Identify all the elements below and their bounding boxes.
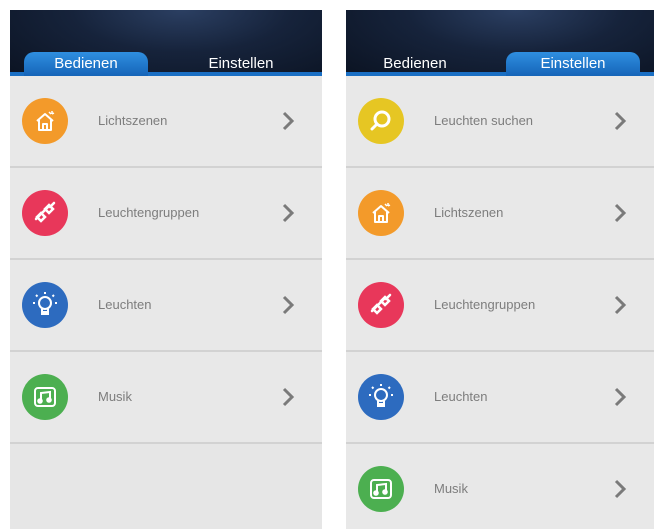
search-icon <box>358 98 404 144</box>
chevron-right-icon <box>608 385 632 409</box>
link-icon <box>358 282 404 328</box>
tab-bar: Bedienen Einstellen <box>10 10 322 76</box>
chevron-right-icon <box>608 293 632 317</box>
list-item-label: Leuchten <box>98 297 152 312</box>
list-item-label: Leuchtengruppen <box>434 297 536 312</box>
list-item-label: Lichtszenen <box>98 113 168 128</box>
chevron-right-icon <box>608 201 632 225</box>
list-item-lichtszenen[interactable]: Lichtszenen <box>346 168 654 260</box>
tab-bedienen[interactable]: Bedienen <box>24 52 148 76</box>
chevron-right-icon <box>608 109 632 133</box>
chevron-right-icon <box>276 293 300 317</box>
bulb-icon <box>358 374 404 420</box>
list-item-musik[interactable]: Musik <box>346 444 654 529</box>
list-item-label: Leuchtengruppen <box>98 205 200 220</box>
list-item-label: Musik <box>98 389 132 404</box>
tab-einstellen[interactable]: Einstellen <box>186 52 296 76</box>
tab-einstellen[interactable]: Einstellen <box>506 52 640 76</box>
house-icon <box>22 98 68 144</box>
bulb-icon <box>22 282 68 328</box>
tab-bar: Bedienen Einstellen <box>346 10 654 76</box>
right-screen: Bedienen Einstellen Leuchten suchen Lich… <box>346 10 654 529</box>
list-item-label: Leuchten suchen <box>434 113 534 128</box>
list-item-leuchten[interactable]: Leuchten <box>346 352 654 444</box>
tab-bedienen[interactable]: Bedienen <box>360 52 470 76</box>
list-item-leuchten[interactable]: Leuchten <box>10 260 322 352</box>
chevron-right-icon <box>276 109 300 133</box>
list-item-label: Musik <box>434 481 468 496</box>
list-item-label: Leuchten <box>434 389 488 404</box>
chevron-right-icon <box>608 477 632 501</box>
list-item-label: Lichtszenen <box>434 205 504 220</box>
left-screen: Bedienen Einstellen Lichtszenen Leuchten… <box>10 10 322 529</box>
link-icon <box>22 190 68 236</box>
list-item-musik[interactable]: Musik <box>10 352 322 444</box>
list-item-lichtszenen[interactable]: Lichtszenen <box>10 76 322 168</box>
house-icon <box>358 190 404 236</box>
music-icon <box>358 466 404 512</box>
chevron-right-icon <box>276 385 300 409</box>
list-item-leuchtengruppen[interactable]: Leuchtengruppen <box>10 168 322 260</box>
chevron-right-icon <box>276 201 300 225</box>
music-icon <box>22 374 68 420</box>
list-item-leuchtengruppen[interactable]: Leuchtengruppen <box>346 260 654 352</box>
list-item-leuchten-suchen[interactable]: Leuchten suchen <box>346 76 654 168</box>
